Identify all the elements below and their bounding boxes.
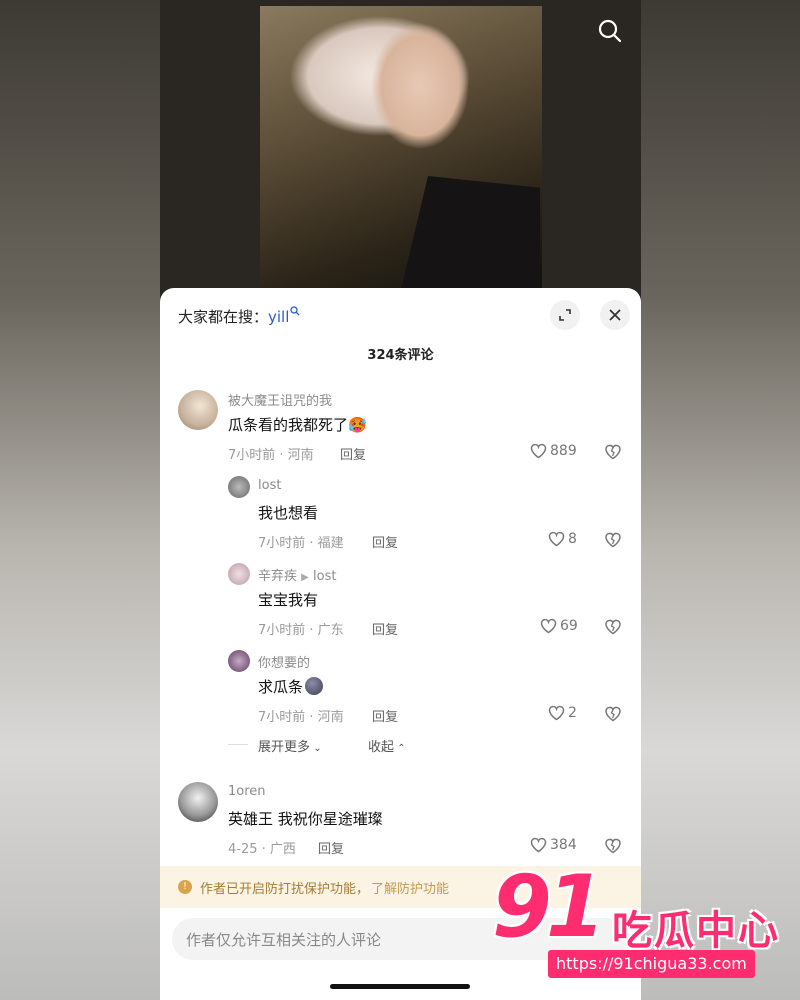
comment-text-content: 瓜条看的我都死了 bbox=[228, 416, 349, 434]
reply-button[interactable]: 回复 bbox=[340, 444, 366, 463]
broken-heart-icon bbox=[605, 706, 621, 722]
watermark-url: https://91chigua33.com bbox=[548, 950, 755, 978]
like-count: 889 bbox=[550, 443, 577, 459]
comment-text: 英雄王 我祝你星途璀璨 bbox=[228, 810, 383, 828]
avatar[interactable] bbox=[178, 782, 218, 822]
reply-button[interactable]: 回复 bbox=[372, 706, 398, 725]
comment-username[interactable]: 辛弃疾 ▶ lost bbox=[258, 565, 336, 584]
reply-arrow-icon: ▶ bbox=[301, 572, 309, 583]
reply-button[interactable]: 回复 bbox=[318, 838, 344, 857]
avatar[interactable] bbox=[178, 390, 218, 430]
comment-meta: 7小时前 · 广东 bbox=[258, 623, 344, 638]
comment-text: 宝宝我有 bbox=[258, 591, 319, 609]
close-icon bbox=[609, 309, 621, 321]
reply-button[interactable]: 回复 bbox=[372, 532, 398, 551]
reply-target[interactable]: lost bbox=[313, 569, 336, 584]
broken-heart-icon bbox=[605, 619, 621, 635]
comment-meta: 7小时前 · 福建 bbox=[258, 536, 344, 551]
search-icon[interactable] bbox=[597, 18, 623, 44]
reply-button[interactable]: 回复 bbox=[372, 619, 398, 638]
like-button[interactable]: 2 bbox=[548, 705, 577, 721]
info-icon: ! bbox=[178, 880, 192, 894]
comment-text-content: 求瓜条 bbox=[258, 678, 304, 696]
like-count: 8 bbox=[568, 531, 577, 547]
divider bbox=[228, 744, 248, 745]
collapse-button[interactable]: 收起 ⌃ bbox=[368, 736, 406, 755]
comments-count: 324条评论 bbox=[367, 348, 434, 363]
comment-text: 我也想看 bbox=[258, 504, 319, 522]
photo-shirt bbox=[400, 176, 540, 294]
blob-emoji-icon bbox=[305, 677, 324, 695]
collapse-label: 收起 bbox=[368, 740, 395, 755]
banner-text: 作者已开启防打扰保护功能， bbox=[200, 881, 370, 897]
comment-meta: 7小时前 · 河南 bbox=[228, 448, 314, 463]
expand-more-label: 展开更多 bbox=[258, 740, 311, 755]
avatar[interactable] bbox=[228, 563, 250, 585]
like-count: 384 bbox=[550, 837, 577, 853]
learn-protection-link[interactable]: 了解防护功能 bbox=[371, 878, 449, 897]
like-count: 69 bbox=[560, 618, 578, 634]
comment-username[interactable]: lost bbox=[258, 478, 281, 493]
keyword-search-icon bbox=[290, 306, 300, 316]
trending-prefix: 大家都在搜： bbox=[178, 308, 269, 326]
trending-keyword[interactable]: yill bbox=[268, 308, 289, 326]
comment-text: 求瓜条 bbox=[258, 676, 324, 697]
reply-author[interactable]: 辛弃疾 bbox=[258, 569, 297, 584]
like-button[interactable]: 8 bbox=[548, 531, 577, 547]
broken-heart-icon bbox=[605, 532, 621, 548]
dislike-button[interactable] bbox=[604, 837, 622, 858]
chevron-down-icon: ⌄ bbox=[310, 743, 322, 754]
like-count: 2 bbox=[568, 705, 577, 721]
phone-screen: 大家都在搜：yill 324条评论 被大魔王诅咒的我 瓜条看的我都死了🥵 7小时… bbox=[160, 0, 641, 1000]
comment-username[interactable]: 被大魔王诅咒的我 bbox=[228, 390, 332, 409]
comment-username[interactable]: 你想要的 bbox=[258, 652, 310, 671]
chevron-up-icon: ⌃ bbox=[394, 743, 406, 754]
watermark-title: 吃瓜中心 bbox=[612, 908, 780, 954]
comment-input-placeholder: 作者仅允许互相关注的人评论 bbox=[186, 930, 382, 949]
dislike-button[interactable] bbox=[604, 443, 622, 464]
broken-heart-icon bbox=[605, 444, 621, 460]
watermark-number: 91 bbox=[492, 857, 606, 957]
heart-icon bbox=[530, 443, 547, 459]
home-indicator bbox=[330, 984, 470, 989]
avatar[interactable] bbox=[228, 650, 250, 672]
expand-more-button[interactable]: 展开更多 ⌄ bbox=[258, 736, 322, 755]
comment-meta: 4-25 · 广西 bbox=[228, 842, 296, 857]
heart-icon bbox=[530, 837, 547, 853]
post-photo bbox=[260, 6, 542, 294]
heart-icon bbox=[548, 705, 565, 721]
dislike-button[interactable] bbox=[604, 531, 622, 552]
dislike-button[interactable] bbox=[604, 705, 622, 726]
post-photo-area bbox=[160, 0, 641, 300]
comment-meta: 7小时前 · 河南 bbox=[258, 710, 344, 725]
comment-username[interactable]: 1oren bbox=[228, 784, 266, 799]
comment-text: 瓜条看的我都死了🥵 bbox=[228, 414, 367, 435]
dislike-button[interactable] bbox=[604, 618, 622, 639]
heart-icon bbox=[548, 531, 565, 547]
comment-emoji: 🥵 bbox=[348, 416, 367, 434]
close-button[interactable] bbox=[600, 300, 630, 330]
avatar[interactable] bbox=[228, 476, 250, 498]
like-button[interactable]: 69 bbox=[540, 618, 578, 634]
heart-icon bbox=[540, 618, 557, 634]
broken-heart-icon bbox=[605, 838, 621, 854]
expand-icon bbox=[559, 309, 571, 321]
like-button[interactable]: 889 bbox=[530, 443, 577, 459]
trending-search[interactable]: 大家都在搜：yill bbox=[178, 306, 300, 327]
expand-button[interactable] bbox=[550, 300, 580, 330]
like-button[interactable]: 384 bbox=[530, 837, 577, 853]
